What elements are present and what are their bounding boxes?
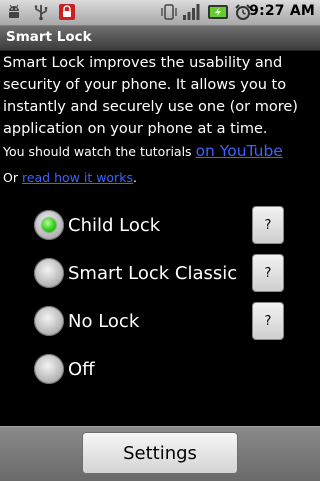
howto-line: Or read how it works. xyxy=(3,170,137,185)
option-label: No Lock xyxy=(68,310,140,332)
signal-icon xyxy=(183,4,200,20)
radio-selected-dot xyxy=(42,218,56,232)
option-label: Off xyxy=(68,358,95,380)
android-debug-icon xyxy=(9,4,19,18)
battery-icon xyxy=(208,5,228,19)
option-child-lock[interactable]: Child Lock xyxy=(34,207,160,243)
bottom-bar: Settings xyxy=(0,426,320,481)
radio-button[interactable] xyxy=(34,258,64,288)
radio-button[interactable] xyxy=(34,210,64,240)
radio-button[interactable] xyxy=(34,306,64,336)
radio-button[interactable] xyxy=(34,354,64,384)
option-off[interactable]: Off xyxy=(34,351,95,387)
help-button-no-lock[interactable]: ? xyxy=(252,302,284,340)
vibrate-icon xyxy=(161,4,177,20)
tutorial-line: You should watch the tutorials on YouTub… xyxy=(3,142,283,160)
settings-button[interactable]: Settings xyxy=(82,432,238,474)
description-text: Smart Lock improves the usability and se… xyxy=(3,55,298,137)
tutorial-prefix: You should watch the tutorials xyxy=(3,144,196,159)
option-no-lock[interactable]: No Lock xyxy=(34,303,139,339)
help-button-smart-lock-classic[interactable]: ? xyxy=(252,254,284,292)
howto-prefix: Or xyxy=(3,170,22,185)
option-label: Smart Lock Classic xyxy=(68,262,238,284)
lock-notification-icon xyxy=(59,4,75,20)
app-title: Smart Lock xyxy=(6,29,92,45)
youtube-link[interactable]: on YouTube xyxy=(196,142,283,160)
option-label: Child Lock xyxy=(68,214,161,236)
read-how-it-works-link[interactable]: read how it works xyxy=(22,170,133,185)
status-time: 9:27 AM xyxy=(249,3,315,19)
usb-icon xyxy=(34,5,48,21)
howto-suffix: . xyxy=(132,170,137,185)
title-bar: Smart Lock xyxy=(0,26,320,51)
help-button-child-lock[interactable]: ? xyxy=(252,206,284,244)
status-bar: 9:27 AM xyxy=(0,0,320,26)
option-smart-lock-classic[interactable]: Smart Lock Classic xyxy=(34,255,237,291)
